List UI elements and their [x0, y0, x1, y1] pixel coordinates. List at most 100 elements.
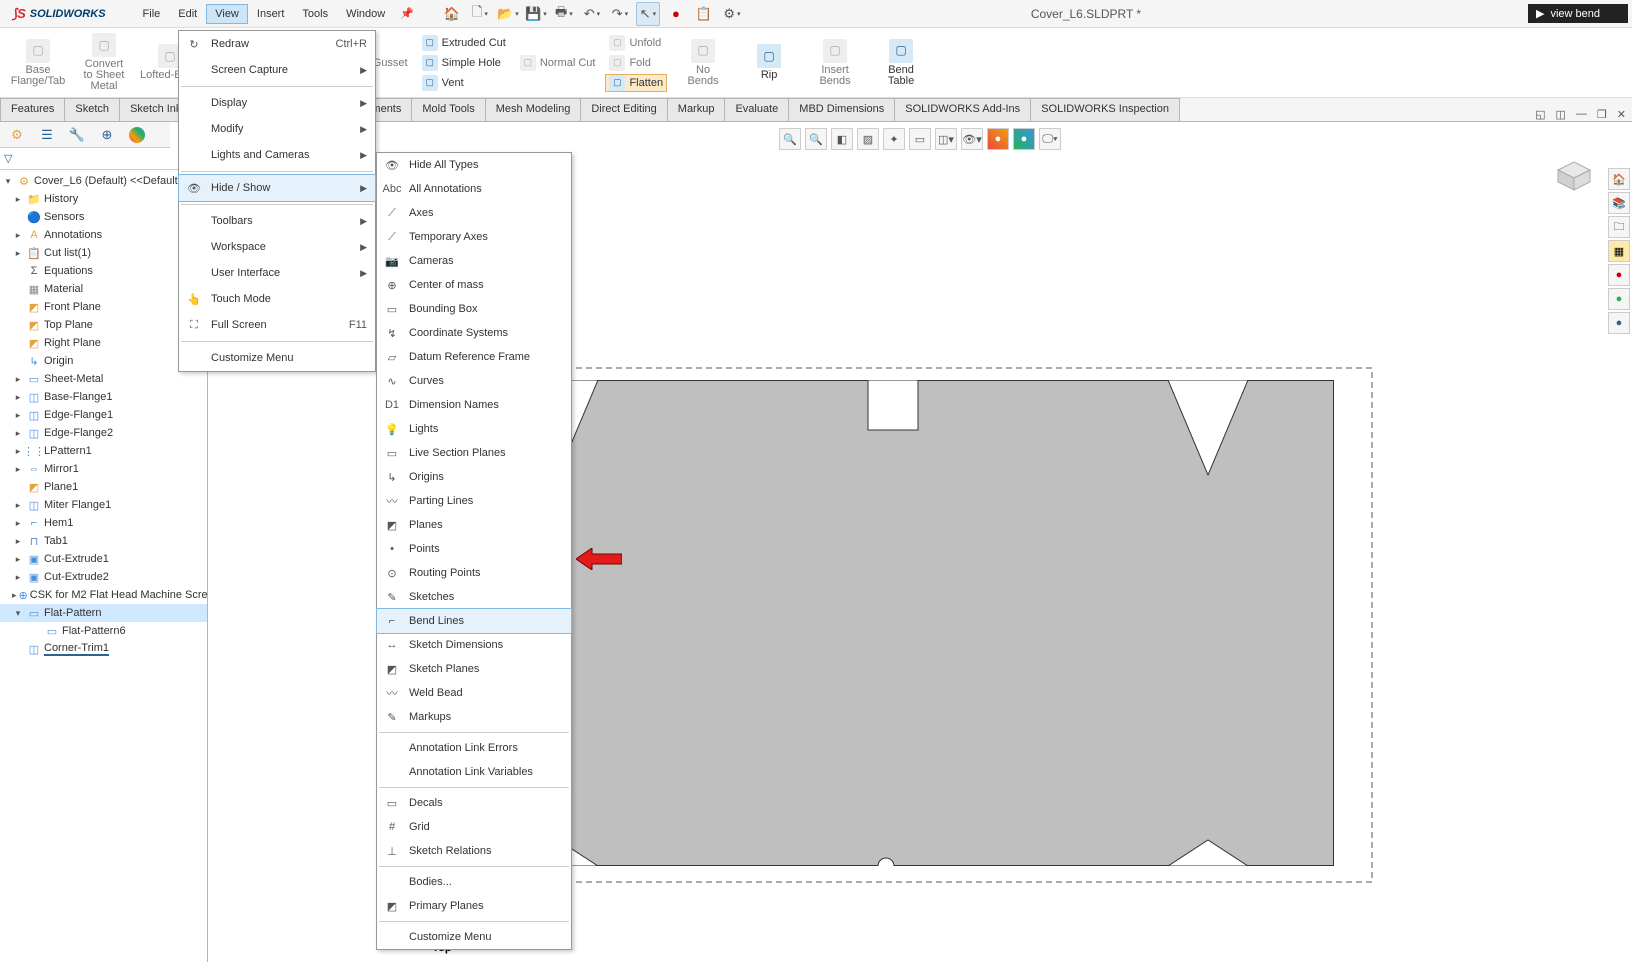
menu-item-hide-show[interactable]: 👁Hide / Show▶: [178, 174, 376, 202]
save-button[interactable]: 💾: [524, 2, 548, 26]
options-button[interactable]: 📋: [692, 2, 716, 26]
section-view-icon[interactable]: ▨: [857, 128, 879, 150]
menu-item-annotation-link-errors[interactable]: Annotation Link Errors: [377, 736, 571, 760]
menu-item-customize-menu[interactable]: Customize Menu: [377, 925, 571, 949]
tab-solidworks-add-ins[interactable]: SOLIDWORKS Add-Ins: [894, 98, 1031, 121]
tree-node[interactable]: ▸📁History: [0, 190, 207, 208]
menu-item-weld-bead[interactable]: 〰Weld Bead: [377, 681, 571, 705]
dynamic-icon[interactable]: ✦: [883, 128, 905, 150]
tree-node[interactable]: ▸◫Edge-Flange2: [0, 424, 207, 442]
menu-item-screen-capture[interactable]: Screen Capture▶: [179, 57, 375, 83]
menu-item-user-interface[interactable]: User Interface▶: [179, 260, 375, 286]
menu-item-axes[interactable]: ⟋Axes: [377, 201, 571, 225]
menu-item-datum-reference-frame[interactable]: ▱Datum Reference Frame: [377, 345, 571, 369]
property-tab-icon[interactable]: ☰: [34, 124, 60, 146]
ribbon-simple-hole[interactable]: ▢Simple Hole: [418, 54, 510, 72]
tree-node[interactable]: ◩Right Plane: [0, 334, 207, 352]
orientation-icon[interactable]: ◫▾: [935, 128, 957, 150]
view-cube-icon[interactable]: [1552, 158, 1596, 194]
expand-icon[interactable]: ▸: [12, 518, 24, 529]
menu-file[interactable]: File: [134, 4, 170, 24]
ribbon-vent[interactable]: ▢Vent: [418, 74, 510, 92]
menu-item-bodies-[interactable]: Bodies...: [377, 870, 571, 894]
menu-view[interactable]: View: [206, 4, 248, 24]
settings-button[interactable]: ⚙: [720, 2, 744, 26]
tree-node[interactable]: ▸⌐Hem1: [0, 514, 207, 532]
menu-item-bend-lines[interactable]: ⌐Bend Lines: [376, 608, 572, 634]
menu-insert[interactable]: Insert: [248, 4, 294, 24]
menu-item-grid[interactable]: #Grid: [377, 815, 571, 839]
menu-item-bounding-box[interactable]: ▭Bounding Box: [377, 297, 571, 321]
tree-node[interactable]: 🔵Sensors: [0, 208, 207, 226]
print-button[interactable]: 🖶: [552, 2, 576, 26]
view-palette-pane-icon[interactable]: ●: [1608, 264, 1630, 286]
tab-mold-tools[interactable]: Mold Tools: [411, 98, 485, 121]
open-button[interactable]: 📂: [496, 2, 520, 26]
tab-markup[interactable]: Markup: [667, 98, 726, 121]
tree-node[interactable]: ◩Top Plane: [0, 316, 207, 334]
menu-item-full-screen[interactable]: ⛶Full ScreenF11: [179, 312, 375, 338]
tree-node[interactable]: ▸⊓Tab1: [0, 532, 207, 550]
menu-item-points[interactable]: •Points: [377, 537, 571, 561]
menu-item-sketches[interactable]: ✎Sketches: [377, 585, 571, 609]
new-button[interactable]: 🗋: [468, 2, 492, 26]
config-tab-icon[interactable]: 🔧: [64, 124, 90, 146]
expand-icon[interactable]: ▸: [12, 248, 24, 259]
rebuild-button[interactable]: ●: [664, 2, 688, 26]
tab-solidworks-inspection[interactable]: SOLIDWORKS Inspection: [1030, 98, 1180, 121]
expand-icon[interactable]: ▸: [12, 194, 24, 205]
menu-item-hide-all-types[interactable]: 👁Hide All Types: [377, 153, 571, 177]
zoom-fit-icon[interactable]: 🔍: [779, 128, 801, 150]
tab-evaluate[interactable]: Evaluate: [724, 98, 789, 121]
tree-node[interactable]: ↳Origin: [0, 352, 207, 370]
expand-icon[interactable]: ▸: [12, 392, 24, 403]
select-button[interactable]: ↖: [636, 2, 660, 26]
mdi-close-icon[interactable]: ✕: [1617, 108, 1626, 121]
display-style-icon[interactable]: ▭: [909, 128, 931, 150]
tree-node[interactable]: ▭Flat-Pattern6: [0, 622, 207, 640]
menu-item-modify[interactable]: Modify▶: [179, 116, 375, 142]
menu-item-routing-points[interactable]: ⊙Routing Points: [377, 561, 571, 585]
viewport-split-icon[interactable]: ◫: [1556, 108, 1566, 121]
tree-node[interactable]: ▸⊕CSK for M2 Flat Head Machine Screw1: [0, 586, 207, 604]
explorer-pane-icon[interactable]: ▦: [1608, 240, 1630, 262]
design-lib-pane-icon[interactable]: 🗀: [1608, 216, 1630, 238]
expand-icon[interactable]: ▸: [12, 572, 24, 583]
tree-filter[interactable]: ▽: [0, 148, 207, 170]
custom-pane-icon[interactable]: ●: [1608, 312, 1630, 334]
expand-icon[interactable]: ▸: [12, 554, 24, 565]
menu-item-redraw[interactable]: ↻RedrawCtrl+R: [179, 31, 375, 57]
menu-tools[interactable]: Tools: [293, 4, 337, 24]
menu-item-dimension-names[interactable]: D1Dimension Names: [377, 393, 571, 417]
menu-item-temporary-axes[interactable]: ⟋Temporary Axes: [377, 225, 571, 249]
expand-icon[interactable]: ▸: [12, 536, 24, 547]
menu-item-cameras[interactable]: 📷Cameras: [377, 249, 571, 273]
tree-node[interactable]: ▸◫Base-Flange1: [0, 388, 207, 406]
tab-direct-editing[interactable]: Direct Editing: [580, 98, 667, 121]
tree-node[interactable]: ▸◫Miter Flange1: [0, 496, 207, 514]
tree-node[interactable]: ◩Front Plane: [0, 298, 207, 316]
appearance-icon[interactable]: ●: [987, 128, 1009, 150]
tree-node[interactable]: ▾▭Flat-Pattern: [0, 604, 207, 622]
redo-button[interactable]: ↷: [608, 2, 632, 26]
tab-mesh-modeling[interactable]: Mesh Modeling: [485, 98, 582, 121]
tree-node[interactable]: ▸AAnnotations: [0, 226, 207, 244]
menu-item-curves[interactable]: ∿Curves: [377, 369, 571, 393]
tree-node[interactable]: ▸▣Cut-Extrude1: [0, 550, 207, 568]
appearance-tab-icon[interactable]: [129, 127, 145, 143]
expand-icon[interactable]: ▸: [12, 428, 24, 439]
mdi-restore-icon[interactable]: ❐: [1597, 108, 1607, 121]
pin-icon[interactable]: 📌: [394, 7, 420, 20]
menu-item-display[interactable]: Display▶: [179, 90, 375, 116]
dim-tab-icon[interactable]: ⊕: [94, 124, 120, 146]
menu-item-sketch-relations[interactable]: ⊥Sketch Relations: [377, 839, 571, 863]
tab-features[interactable]: Features: [0, 98, 65, 121]
tree-node[interactable]: ◩Plane1: [0, 478, 207, 496]
menu-item-sketch-dimensions[interactable]: ↔Sketch Dimensions: [377, 633, 571, 657]
menu-item-lights-and-cameras[interactable]: Lights and Cameras▶: [179, 142, 375, 168]
expand-icon[interactable]: ▸: [12, 374, 24, 385]
search-box[interactable]: ▶ view bend: [1528, 4, 1628, 23]
menu-item-workspace[interactable]: Workspace▶: [179, 234, 375, 260]
menu-item-decals[interactable]: ▭Decals: [377, 791, 571, 815]
resources-pane-icon[interactable]: 📚: [1608, 192, 1630, 214]
